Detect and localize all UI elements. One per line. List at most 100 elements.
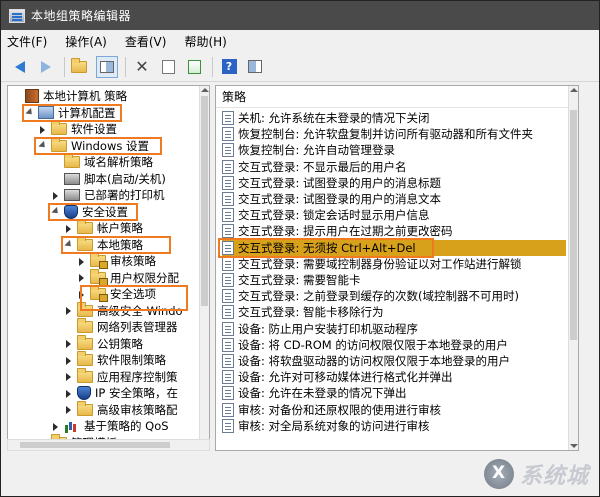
toolbar-separator bbox=[212, 56, 213, 77]
policy-row[interactable]: 恢复控制台: 允许软盘复制并访问所有驱动器和所有文件夹 bbox=[222, 126, 566, 142]
policy-row[interactable]: 设备: 允许对可移动媒体进行格式化并弹出 bbox=[222, 369, 566, 385]
collapsed-arrow-icon[interactable] bbox=[64, 224, 73, 233]
tree-item[interactable]: 用户权限分配 bbox=[77, 268, 179, 286]
tree-hscroll-thumb[interactable] bbox=[20, 442, 170, 448]
policy-row[interactable]: 交互式登录: 试图登录的用户的消息文本 bbox=[222, 191, 566, 207]
policy-row[interactable]: 关机: 允许系统在未登录的情况下关闭 bbox=[222, 110, 566, 126]
tree-item[interactable]: 基于策略的 QoS bbox=[51, 418, 169, 434]
tree-item-label: 已部署的打印机 bbox=[84, 188, 165, 202]
policy-setting-icon bbox=[222, 305, 234, 320]
tree-item[interactable]: 域名解析策略 bbox=[51, 153, 153, 170]
annotation-highlight bbox=[34, 136, 162, 155]
list-scroll-thumb[interactable] bbox=[570, 110, 577, 340]
tree-item[interactable]: 软件设置 bbox=[38, 120, 117, 137]
folder-icon bbox=[77, 219, 93, 234]
tree-item[interactable]: IP 安全策略，在 bbox=[64, 385, 178, 401]
tree-item[interactable]: 应用程序控制策 bbox=[64, 367, 178, 385]
collapsed-arrow-icon[interactable] bbox=[51, 191, 60, 200]
tree-item[interactable]: 网络列表管理器 bbox=[64, 318, 178, 335]
policy-setting-icon bbox=[222, 337, 234, 352]
tree-item[interactable]: 公钥策略 bbox=[64, 334, 143, 352]
collapsed-arrow-icon[interactable] bbox=[64, 372, 73, 381]
policy-row[interactable]: 交互式登录: 不显示最后的用户名 bbox=[222, 159, 566, 175]
policy-name: 设备: 允许在未登录的情况下弹出 bbox=[238, 386, 407, 401]
scroll-up-icon[interactable] bbox=[201, 86, 209, 94]
collapsed-arrow-icon[interactable] bbox=[64, 339, 73, 348]
tree-vertical-scrollbar[interactable] bbox=[199, 86, 209, 450]
collapsed-arrow-icon[interactable] bbox=[38, 125, 47, 134]
up-folder-button[interactable] bbox=[70, 56, 92, 78]
delete-button[interactable]: ✕ bbox=[131, 56, 153, 78]
policy-name: 交互式登录: 需要智能卡 bbox=[238, 273, 361, 287]
tree-horizontal-scrollbar[interactable] bbox=[7, 439, 210, 451]
forward-button[interactable] bbox=[35, 56, 57, 78]
folder-icon bbox=[64, 153, 80, 168]
properties-button[interactable] bbox=[157, 56, 179, 78]
tree-item[interactable]: 帐户策略 bbox=[64, 219, 143, 236]
policy-name: 交互式登录: 需要域控制器身份验证以对工作站进行解锁 bbox=[238, 256, 522, 271]
policy-row[interactable]: 设备: 将软盘驱动器的访问权限仅限于本地登录的用户 bbox=[222, 353, 566, 369]
show-action-pane-button[interactable] bbox=[244, 56, 266, 78]
tree-item-label: IP 安全策略，在 bbox=[95, 386, 178, 400]
policy-row[interactable]: 设备: 防止用户安装打印机驱动程序 bbox=[222, 321, 566, 337]
tree-item[interactable]: 本地计算机 策略 bbox=[12, 88, 127, 104]
tree-item[interactable]: 脚本(启动/关机) bbox=[51, 171, 166, 187]
policy-row[interactable]: 设备: 允许在未登录的情况下弹出 bbox=[222, 385, 566, 401]
policy-row[interactable]: 交互式登录: 智能卡移除行为 bbox=[222, 304, 566, 320]
menu-help[interactable]: 帮助(H) bbox=[184, 33, 226, 50]
tree-item[interactable]: 高级审核策略配 bbox=[64, 400, 178, 418]
policy-name: 交互式登录: 锁定会话时显示用户信息 bbox=[238, 208, 430, 223]
list-vertical-scrollbar[interactable] bbox=[568, 86, 578, 450]
policy-row[interactable]: 交互式登录: 试图登录的用户的消息标题 bbox=[222, 175, 566, 191]
menu-view[interactable]: 查看(V) bbox=[125, 33, 167, 50]
tree-item[interactable]: 已部署的打印机 bbox=[51, 187, 165, 203]
collapsed-arrow-icon[interactable] bbox=[64, 389, 73, 398]
policy-setting-icon bbox=[222, 111, 234, 125]
up-folder-icon bbox=[71, 57, 87, 73]
policy-row[interactable]: 设备: 将 CD-ROM 的访问权限仅限于本地登录的用户 bbox=[222, 337, 566, 353]
help-button[interactable]: ? bbox=[218, 56, 240, 78]
tree-item-label: 帐户策略 bbox=[97, 221, 143, 235]
export-list-button[interactable] bbox=[183, 56, 205, 78]
policy-row[interactable]: 交互式登录: 需要域控制器身份验证以对工作站进行解锁 bbox=[222, 256, 566, 272]
app-window: 本地组策略编辑器 文件(F) 操作(A) 查看(V) 帮助(H) ✕ ? 本地计… bbox=[0, 0, 600, 497]
policy-name: 交互式登录: 试图登录的用户的消息标题 bbox=[238, 175, 442, 190]
console-tree[interactable]: 本地计算机 策略 计算机配置 软件设置 Windows 设置 域名解析策略 脚本(启动/关… bbox=[7, 85, 210, 451]
collapsed-arrow-icon[interactable] bbox=[51, 422, 60, 431]
policy-row[interactable]: 交互式登录: 之前登录到缓存的次数(域控制器不可用时) bbox=[222, 288, 566, 304]
policy-row[interactable]: 交互式登录: 需要智能卡 bbox=[222, 272, 566, 288]
menu-file[interactable]: 文件(F) bbox=[7, 33, 47, 50]
no-expander bbox=[51, 174, 60, 183]
tree-scroll-thumb[interactable] bbox=[201, 96, 208, 306]
scroll-up-icon[interactable] bbox=[570, 86, 578, 94]
tree-item[interactable]: 软件限制策略 bbox=[64, 351, 166, 368]
tree-item[interactable]: 审核策略 bbox=[77, 252, 156, 269]
toolbar: ✕ ? bbox=[1, 52, 599, 82]
toolbar-separator bbox=[125, 56, 126, 77]
policy-setting-icon bbox=[222, 175, 234, 190]
back-arrow-icon bbox=[15, 60, 25, 73]
collapsed-arrow-icon[interactable] bbox=[64, 306, 73, 315]
policy-name: 交互式登录: 试图登录的用户的消息文本 bbox=[238, 192, 442, 206]
policy-row[interactable]: 审核: 对全局系统对象的访问进行审核 bbox=[222, 418, 566, 434]
policy-setting-icon bbox=[222, 208, 234, 223]
show-hide-tree-button[interactable] bbox=[96, 55, 118, 78]
collapsed-arrow-icon[interactable] bbox=[77, 257, 86, 266]
scroll-down-icon[interactable] bbox=[570, 442, 578, 450]
policy-row[interactable]: 交互式登录: 锁定会话时显示用户信息 bbox=[222, 207, 566, 223]
tree-item-label: 基于策略的 QoS bbox=[84, 419, 169, 433]
collapsed-arrow-icon[interactable] bbox=[64, 356, 73, 365]
policy-list[interactable]: 策略 关机: 允许系统在未登录的情况下关闭 恢复控制台: 允许软盘复制并访问所有驱… bbox=[215, 85, 579, 451]
lock-folder-icon bbox=[90, 268, 108, 286]
policy-setting-icon bbox=[222, 256, 234, 271]
policy-name: 恢复控制台: 允许自动管理登录 bbox=[238, 143, 396, 158]
column-header-policy[interactable]: 策略 bbox=[216, 86, 568, 108]
title-bar[interactable]: 本地组策略编辑器 bbox=[1, 1, 599, 30]
menu-action[interactable]: 操作(A) bbox=[65, 33, 107, 50]
policy-row[interactable]: 恢复控制台: 允许自动管理登录 bbox=[222, 142, 566, 158]
collapsed-arrow-icon[interactable] bbox=[64, 405, 73, 414]
collapsed-arrow-icon[interactable] bbox=[77, 273, 86, 282]
export-list-icon bbox=[187, 59, 201, 74]
back-button[interactable] bbox=[9, 56, 31, 78]
policy-row[interactable]: 审核: 对备份和还原权限的使用进行审核 bbox=[222, 402, 566, 418]
